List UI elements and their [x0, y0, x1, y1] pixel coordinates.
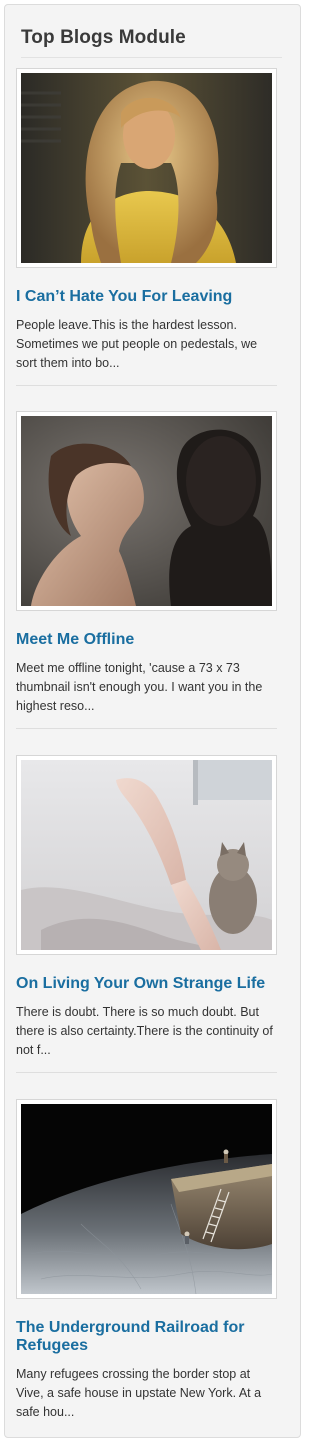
post-title-link[interactable]: I Can’t Hate You For Leaving	[16, 288, 277, 306]
couple-portrait-photo	[21, 416, 272, 606]
post-title-link[interactable]: Meet Me Offline	[16, 631, 277, 649]
module-title: Top Blogs Module	[21, 27, 186, 48]
post-excerpt: People leave.This is the hardest lesson.…	[16, 318, 258, 370]
post-title-link[interactable]: The Underground Railroad for Refugees	[16, 1319, 277, 1355]
post-thumbnail-link[interactable]	[16, 68, 277, 268]
post-excerpt: Meet me offline tonight, 'cause a 73 x 7…	[16, 661, 263, 713]
post-thumbnail-link[interactable]	[16, 755, 277, 955]
post-divider	[16, 385, 277, 386]
woman-with-wavy-hair-photo	[21, 73, 272, 263]
title-divider	[21, 57, 282, 58]
post-excerpt: There is doubt. There is so much doubt. …	[16, 1005, 273, 1057]
post-excerpt: Many refugees crossing the border stop a…	[16, 1367, 262, 1419]
post-divider	[16, 728, 277, 729]
legs-with-cat-on-bed-photo	[21, 760, 272, 950]
post-divider	[16, 1072, 277, 1073]
post-thumbnail-link[interactable]	[16, 1099, 277, 1299]
post-title-link[interactable]: On Living Your Own Strange Life	[16, 975, 277, 993]
post-thumbnail-link[interactable]	[16, 411, 277, 611]
miniature-figures-on-map-photo	[21, 1104, 272, 1294]
